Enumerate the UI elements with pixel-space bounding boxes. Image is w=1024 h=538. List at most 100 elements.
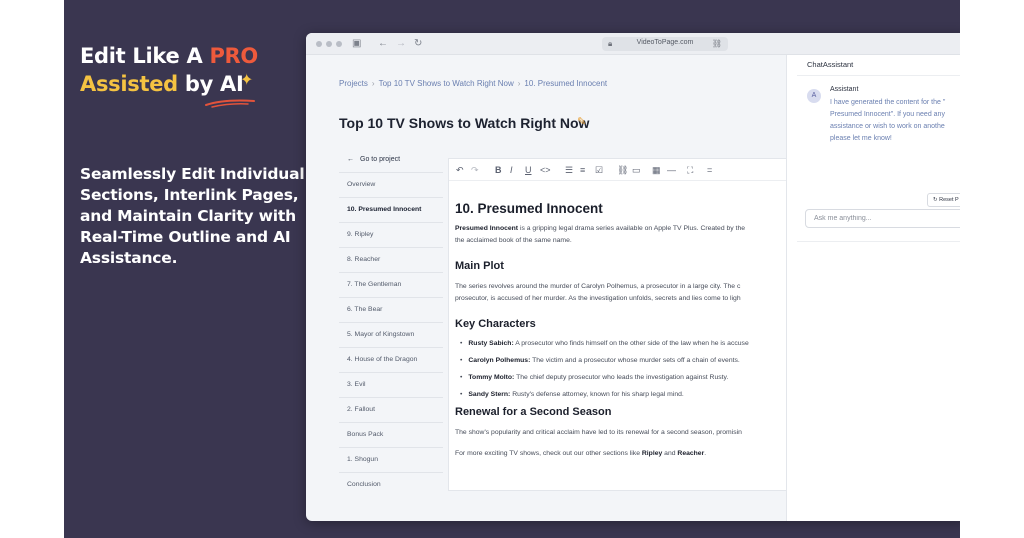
image-icon[interactable]: ▭: [632, 164, 641, 176]
window-dot-icon[interactable]: [336, 41, 342, 47]
outline-item[interactable]: 1. Shogun: [339, 447, 443, 472]
address-bar[interactable]: 🔒︎ VideoToPage.com ⛓: [602, 37, 728, 51]
outline-item[interactable]: 3. Evil: [339, 372, 443, 397]
outline-item[interactable]: 4. House of the Dragon: [339, 347, 443, 372]
outline-item[interactable]: 8. Reacher: [339, 247, 443, 272]
outline-item[interactable]: 9. Ripley: [339, 222, 443, 247]
italic-icon[interactable]: I: [510, 164, 513, 176]
intro-paragraph: Presumed Innocent is a gripping legal dr…: [455, 223, 808, 235]
link-icon[interactable]: ⛓: [617, 164, 628, 176]
back-arrow-icon: ←: [347, 156, 354, 163]
chat-assistant-panel: ChatAssistant A Assistant I have generat…: [786, 55, 960, 521]
fullscreen-icon[interactable]: ⛶: [687, 164, 693, 176]
chevron-right-icon: ›: [517, 79, 521, 88]
character-item: Carolyn Polhemus: The victim and a prose…: [455, 355, 808, 366]
tagline: Seamlessly Edit Individual Sections, Int…: [80, 165, 305, 267]
sparkle-icon: ✦: [240, 72, 254, 89]
forward-arrow-icon[interactable]: →: [396, 38, 406, 50]
character-item: Sandy Stern: Rusty's defense attorney, k…: [455, 389, 808, 400]
editor-toolbar: ↶ ↷ B I U <> ☰ ≡ ☑ ⛓ ▭ ▦ — ⛶ =: [449, 159, 808, 181]
reload-icon[interactable]: ↻: [414, 38, 422, 50]
link-icon[interactable]: ⛓: [712, 39, 722, 48]
undo-icon[interactable]: ↶: [456, 164, 464, 176]
breadcrumb-item[interactable]: Top 10 TV Shows to Watch Right Now: [379, 79, 514, 88]
reacher-link[interactable]: Reacher: [677, 450, 704, 457]
character-name: Sandy Stern:: [468, 391, 511, 398]
breadcrumb-item[interactable]: Projects: [339, 79, 368, 88]
url-text: VideoToPage.com: [636, 39, 694, 46]
outline-item[interactable]: Overview: [339, 172, 443, 197]
window-dot-icon[interactable]: [326, 41, 332, 47]
reset-button[interactable]: ↻ Reset P: [927, 193, 960, 207]
assistant-name: Assistant: [830, 86, 859, 93]
promo-panel: Edit Like A PRO Assisted by AI ✦ Seamles…: [64, 0, 960, 538]
bold-icon[interactable]: B: [495, 164, 502, 176]
go-to-project-link[interactable]: ← Go to project: [339, 150, 443, 172]
numbered-list-icon[interactable]: ≡: [580, 164, 585, 176]
key-characters-heading: Key Characters: [455, 318, 536, 330]
rich-text-editor: ↶ ↷ B I U <> ☰ ≡ ☑ ⛓ ▭ ▦ — ⛶ = 10. Presu…: [448, 158, 808, 491]
ripley-link[interactable]: Ripley: [642, 450, 662, 457]
assistant-message-line: Presumed Innocent". If you need any: [830, 111, 945, 118]
window-dot-icon[interactable]: [316, 41, 322, 47]
reset-label: Reset P: [939, 197, 959, 203]
outline-item[interactable]: 5. Mayor of Kingstown: [339, 322, 443, 347]
table-icon[interactable]: ▦: [652, 164, 661, 176]
code-icon[interactable]: <>: [540, 164, 551, 176]
outline-item[interactable]: 7. The Gentleman: [339, 272, 443, 297]
outline-item[interactable]: Bonus Pack: [339, 422, 443, 447]
page-title: Top 10 TV Shows to Watch Right Now: [339, 115, 590, 131]
outline-sidebar: ← Go to project Overview 10. Presumed Inno…: [339, 150, 443, 497]
character-name: Rusty Sabich:: [468, 340, 514, 347]
intro-bold: Presumed Innocent: [455, 225, 519, 232]
divider: [797, 75, 960, 76]
redo-icon[interactable]: ↷: [471, 164, 479, 176]
chat-input[interactable]: [805, 209, 960, 228]
go-to-project-label: Go to project: [360, 156, 401, 163]
outline-item[interactable]: 10. Presumed Innocent: [339, 197, 443, 222]
renewal-paragraph: The show's popularity and critical accla…: [455, 429, 742, 436]
bullet-list-icon[interactable]: ☰: [565, 164, 573, 176]
outline-item[interactable]: 2. Fallout: [339, 397, 443, 422]
more-shows-paragraph: For more exciting TV shows, check out ou…: [455, 448, 808, 460]
intro-paragraph-line-2: the acclaimed book of the same name.: [455, 236, 572, 244]
divider: [797, 241, 960, 242]
section-heading: 10. Presumed Innocent: [455, 201, 603, 216]
character-item: Rusty Sabich: A prosecutor who finds him…: [455, 338, 808, 349]
assistant-avatar: A: [807, 89, 821, 103]
checklist-icon[interactable]: ☑: [595, 164, 603, 176]
browser-chrome: ▣ ← → ↻ 🔒︎ VideoToPage.com ⛓: [306, 33, 960, 55]
assistant-message-line: assistance or wish to work on anothe: [830, 123, 945, 130]
outline-item[interactable]: Conclusion: [339, 472, 443, 497]
main-plot-heading: Main Plot: [455, 260, 504, 272]
character-desc: A prosecutor who finds himself on the ot…: [513, 340, 749, 347]
more-prefix: For more exciting TV shows, check out ou…: [455, 449, 642, 457]
outline-item[interactable]: 6. The Bear: [339, 297, 443, 322]
underline-icon[interactable]: U: [525, 164, 532, 176]
squiggle-underline-icon: [205, 99, 255, 108]
browser-window: ▣ ← → ↻ 🔒︎ VideoToPage.com ⛓ Projects › To…: [306, 33, 960, 521]
main-plot-paragraph-line-2: prosecutor, is accused of her murder. As…: [455, 294, 741, 302]
headline-line-2: Assisted by AI: [80, 72, 244, 96]
more-suffix: .: [704, 449, 707, 457]
headline-line-1: Edit Like A PRO: [80, 44, 258, 68]
character-desc: The victim and a prosecutor whose murder…: [530, 357, 740, 364]
more-icon[interactable]: =: [707, 164, 712, 176]
assistant-message-line: I have generated the content for the ": [830, 99, 946, 106]
editor-content[interactable]: 10. Presumed Innocent Presumed Innocent …: [455, 201, 808, 459]
intro-text: is a gripping legal drama series availab…: [518, 225, 746, 232]
breadcrumb-item[interactable]: 10. Presumed Innocent: [524, 79, 607, 88]
edit-title-icon[interactable]: ✎: [577, 115, 586, 128]
assistant-message-line: please let me know!: [830, 135, 892, 142]
back-arrow-icon[interactable]: ←: [378, 38, 388, 50]
character-desc: The chief deputy prosecutor who leads th…: [514, 374, 729, 381]
headline-assisted: Assisted: [80, 72, 185, 96]
chevron-right-icon: ›: [371, 79, 375, 88]
horizontal-rule-icon[interactable]: —: [667, 164, 676, 176]
headline-by-ai: by AI: [184, 72, 244, 96]
character-desc: Rusty's defense attorney, known for his …: [510, 391, 684, 398]
sidebar-toggle-icon[interactable]: ▣: [352, 38, 361, 50]
headline-pro: PRO: [209, 44, 258, 68]
character-name: Carolyn Polhemus:: [468, 357, 531, 364]
headline-line-1-text: Edit Like A: [80, 44, 210, 68]
